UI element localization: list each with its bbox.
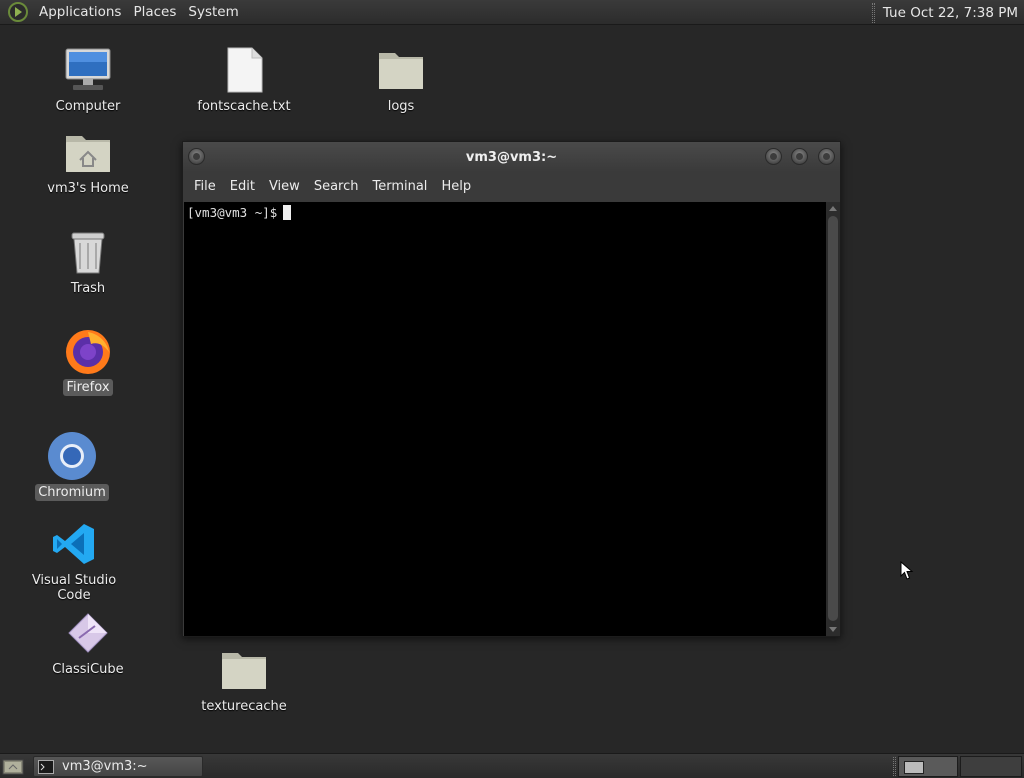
menu-help[interactable]: Help bbox=[434, 179, 478, 194]
clock[interactable]: Tue Oct 22, 7:38 PM bbox=[883, 5, 1024, 21]
terminal-menubar: File Edit View Search Terminal Help bbox=[183, 172, 840, 201]
trash-label: Trash bbox=[70, 281, 106, 296]
desktop-icon-trash[interactable]: Trash bbox=[28, 226, 148, 297]
desktop-icon-firefox[interactable]: Firefox bbox=[28, 325, 148, 396]
classicube-label: ClassiCube bbox=[52, 662, 124, 677]
scroll-up-icon[interactable] bbox=[829, 206, 837, 211]
panel-handle bbox=[893, 757, 896, 776]
desktop-icon-home[interactable]: vm3's Home bbox=[28, 126, 148, 197]
computer-icon bbox=[62, 44, 114, 96]
home-folder-icon bbox=[62, 126, 114, 178]
menu-terminal[interactable]: Terminal bbox=[365, 179, 434, 194]
desktop-icon-vscode[interactable]: Visual Studio Code bbox=[14, 518, 134, 604]
terminal-window[interactable]: vm3@vm3:~ File Edit View Search Terminal… bbox=[182, 141, 841, 637]
vscode-label: Visual Studio Code bbox=[31, 573, 117, 603]
bottom-panel: vm3@vm3:~ bbox=[0, 753, 1024, 778]
home-label: vm3's Home bbox=[47, 181, 129, 196]
text-file-icon bbox=[218, 44, 270, 96]
workspace-2[interactable] bbox=[960, 756, 1022, 777]
firefox-label: Firefox bbox=[63, 379, 113, 396]
terminal-scrollbar[interactable] bbox=[826, 202, 840, 636]
texturecache-label: texturecache bbox=[201, 699, 287, 714]
desktop-icon-classicube[interactable]: ClassiCube bbox=[28, 607, 148, 678]
desktop-icon-computer[interactable]: Computer bbox=[28, 44, 148, 115]
trash-icon bbox=[62, 226, 114, 278]
terminal-title: vm3@vm3:~ bbox=[465, 149, 558, 165]
desktop-icon-fontscache[interactable]: fontscache.txt bbox=[184, 44, 304, 115]
computer-label: Computer bbox=[55, 99, 121, 114]
panel-handle bbox=[871, 2, 875, 23]
menu-file[interactable]: File bbox=[187, 179, 223, 194]
desktop-icon-texturecache[interactable]: texturecache bbox=[184, 644, 304, 715]
window-menu-button[interactable] bbox=[188, 148, 205, 165]
shell-prompt: [vm3@vm3 ~]$ bbox=[187, 205, 278, 220]
taskbar-terminal-button[interactable]: vm3@vm3:~ bbox=[33, 756, 203, 777]
menu-search[interactable]: Search bbox=[307, 179, 366, 194]
desktop-icon-logs[interactable]: logs bbox=[341, 44, 461, 115]
close-button[interactable] bbox=[818, 148, 835, 165]
scroll-down-icon[interactable] bbox=[829, 627, 837, 632]
mouse-pointer-icon bbox=[900, 561, 914, 580]
maximize-button[interactable] bbox=[791, 148, 808, 165]
applications-menu-icon[interactable] bbox=[7, 1, 29, 23]
menu-system[interactable]: System bbox=[182, 4, 244, 20]
firefox-icon bbox=[62, 325, 114, 377]
menu-edit[interactable]: Edit bbox=[223, 179, 262, 194]
terminal-body[interactable]: [vm3@vm3 ~]$ bbox=[184, 202, 826, 636]
menu-view[interactable]: View bbox=[262, 179, 307, 194]
workspace-1[interactable] bbox=[898, 756, 958, 777]
logs-label: logs bbox=[387, 99, 415, 114]
scroll-thumb[interactable] bbox=[828, 216, 838, 621]
chromium-icon bbox=[46, 430, 98, 482]
top-panel: Applications Places System Tue Oct 22, 7… bbox=[0, 0, 1024, 25]
vscode-icon bbox=[48, 518, 100, 570]
desktop-icon-chromium[interactable]: Chromium bbox=[12, 430, 132, 501]
taskbar-window-label: vm3@vm3:~ bbox=[62, 759, 148, 774]
minimize-button[interactable] bbox=[765, 148, 782, 165]
menu-applications[interactable]: Applications bbox=[33, 4, 127, 20]
menu-places[interactable]: Places bbox=[127, 4, 182, 20]
chromium-label: Chromium bbox=[35, 484, 109, 501]
folder-icon bbox=[375, 44, 427, 96]
fontscache-label: fontscache.txt bbox=[197, 99, 291, 114]
workspace-window-preview bbox=[904, 761, 924, 774]
terminal-titlebar[interactable]: vm3@vm3:~ bbox=[183, 142, 840, 172]
show-desktop-icon[interactable] bbox=[2, 757, 24, 776]
folder-icon bbox=[218, 644, 270, 696]
classicube-icon bbox=[62, 607, 114, 659]
terminal-icon bbox=[38, 759, 54, 774]
text-cursor bbox=[283, 205, 292, 220]
